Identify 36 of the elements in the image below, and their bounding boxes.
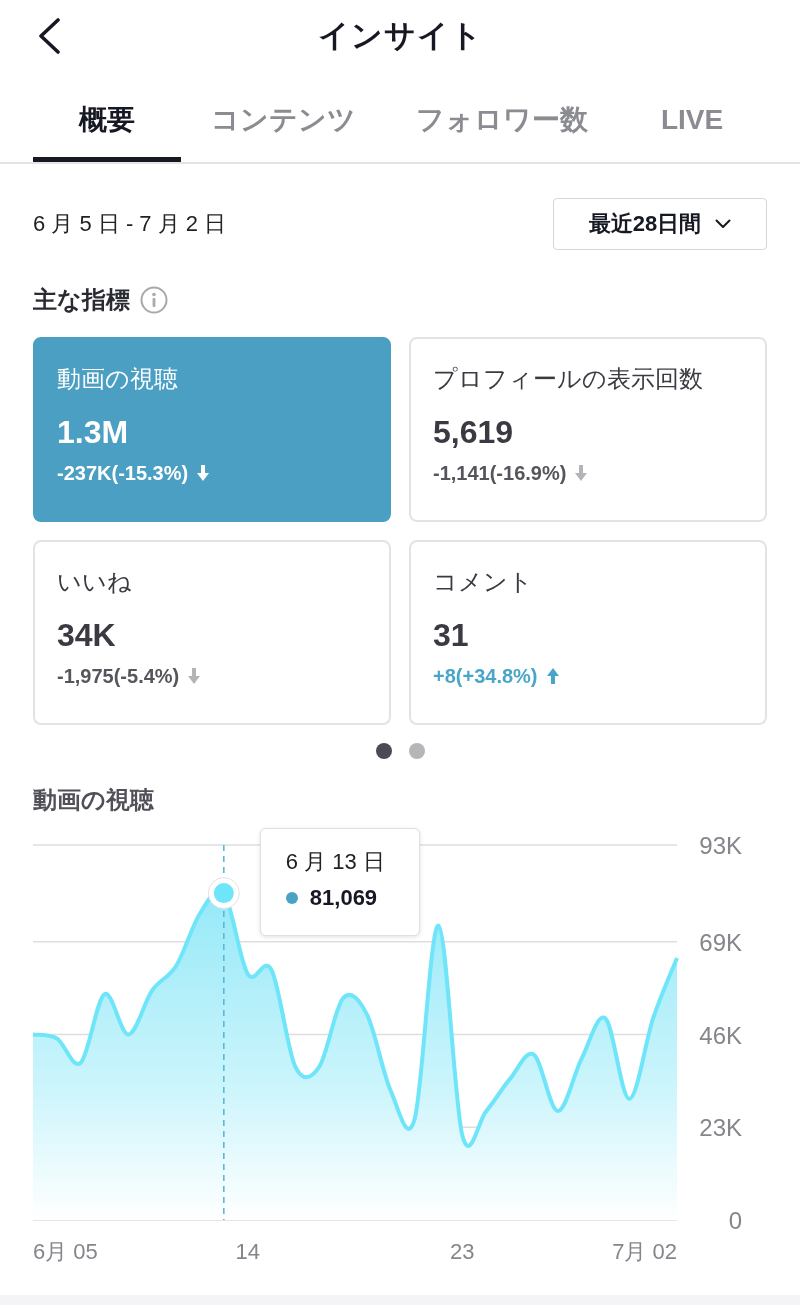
date-range-label: 6 月 5 日 - 7 月 2 日	[33, 210, 227, 238]
metric-value: 34K	[57, 616, 117, 655]
x-axis-label: 23	[450, 1239, 475, 1264]
metric-value: 31	[433, 616, 470, 655]
metric-card[interactable]: プロフィールの表示回数 5,619 -1,141(-16.9%)	[409, 337, 767, 522]
tooltip-date: 6 月 13 日	[285, 848, 386, 876]
page-title: インサイト	[317, 17, 483, 55]
period-dropdown[interactable]: 最近28日間	[553, 198, 767, 250]
x-axis-label: 6月 05	[33, 1239, 98, 1264]
tab[interactable]: 概要	[33, 82, 181, 162]
metric-value: 1.3M	[57, 413, 130, 452]
chart-title: 動画の視聴	[33, 785, 155, 815]
y-axis-label: 0	[728, 1207, 742, 1234]
x-axis-label: 14	[235, 1239, 260, 1264]
y-axis-label: 23K	[699, 1114, 742, 1142]
metric-title: プロフィールの表示回数	[433, 364, 704, 394]
tooltip-dot-icon	[285, 892, 298, 904]
metric-change: -1,975(-5.4%)	[57, 664, 180, 689]
selected-point-icon	[207, 877, 240, 910]
metric-change: -1,141(-16.9%)	[433, 461, 567, 486]
y-axis-label: 69K	[699, 928, 742, 956]
metric-change: +8(+34.8%)	[433, 664, 538, 689]
section-title: 主な指標	[33, 285, 130, 315]
metric-card[interactable]: コメント 31 +8(+34.8%)	[409, 540, 767, 725]
metric-title: いいね	[57, 567, 133, 597]
chevron-down-icon	[715, 219, 732, 229]
y-axis-label: 46K	[699, 1021, 742, 1049]
back-icon[interactable]	[37, 18, 61, 54]
x-axis-label: 7月 02	[612, 1239, 677, 1264]
metric-card[interactable]: いいね 34K -1,975(-5.4%)	[33, 540, 391, 725]
tooltip-value: 81,069	[309, 884, 378, 912]
metric-title: 動画の視聴	[57, 364, 179, 394]
metric-value: 5,619	[433, 413, 515, 452]
metric-change: -237K(-15.3%)	[57, 461, 189, 486]
metric-title: コメント	[433, 567, 534, 597]
y-axis-label: 93K	[699, 832, 742, 859]
